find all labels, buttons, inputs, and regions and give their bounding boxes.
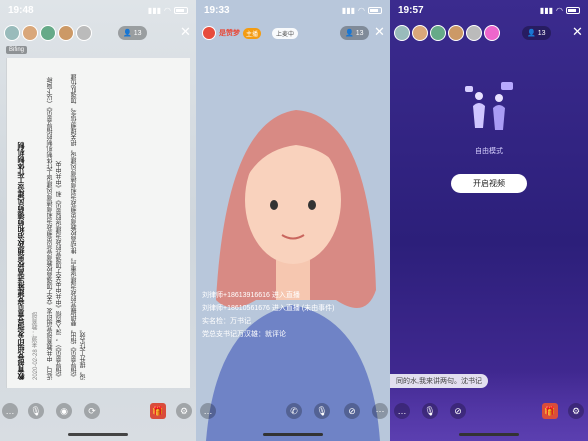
home-indicator — [263, 433, 323, 436]
feed-message: 刘律师+18610561676 进入直播 (未由事件) — [202, 305, 335, 312]
person-icon: 👤 — [345, 30, 354, 37]
status-bar: 19:57 ▮▮▮ ◠ — [390, 0, 588, 20]
video-call-screen: 19:33 ▮▮▮ ◠ 是赞梦 主播 上麦中 👤 13 ✕ 刘律师+18613916… — [196, 0, 390, 441]
status-icons: ▮▮▮ ◠ — [540, 6, 580, 15]
status-bar: 19:33 ▮▮▮ ◠ — [196, 0, 390, 20]
people-chat-illustration — [465, 82, 513, 130]
wifi-icon: ◠ — [164, 5, 171, 15]
avatar[interactable] — [58, 25, 74, 41]
status-icons: ▮▮▮ ◠ — [148, 6, 188, 15]
avatar[interactable] — [22, 25, 38, 41]
mic-icon[interactable]: 🎙 — [422, 403, 438, 419]
flip-icon[interactable]: ⟳ — [84, 403, 100, 419]
status-time: 19:48 — [8, 4, 34, 16]
status-tag: Bifing — [6, 46, 28, 54]
avatar[interactable] — [76, 25, 92, 41]
mic-icon[interactable]: 🎙 — [314, 403, 330, 419]
gear-icon[interactable]: ⚙ — [568, 403, 584, 419]
document-share-screen: 19:48 ▮▮▮ ◠ 👤 13 ✕ Bifing 教育部党组印发指导意见党建推进高… — [0, 0, 196, 441]
status-time: 19:57 — [398, 4, 424, 16]
signal-icon: ▮▮▮ — [539, 5, 554, 15]
avatar[interactable] — [412, 25, 428, 41]
home-indicator — [68, 433, 128, 436]
mic-status-pill[interactable]: 上麦中 — [272, 27, 299, 39]
mode-label: 自由模式 — [475, 148, 503, 155]
start-video-button[interactable]: 开启视频 — [451, 174, 527, 193]
battery-icon — [566, 6, 580, 14]
camera-off-icon[interactable]: ⊘ — [450, 403, 466, 419]
chat-message: 同的水,我来讲两句。沈书记 — [390, 374, 488, 388]
signal-icon: ▮▮▮ — [341, 5, 356, 15]
document-date: 2020-02-28 来源：教育部 — [33, 311, 39, 380]
phone-icon[interactable]: ✆ — [286, 403, 302, 419]
avatar[interactable] — [430, 25, 446, 41]
person-icon: 👤 — [527, 30, 536, 37]
viewer-count[interactable]: 👤 13 — [340, 26, 369, 40]
gift-icon[interactable]: 🎁 — [150, 403, 166, 419]
camera-icon[interactable]: ◉ — [56, 403, 72, 419]
avatar[interactable] — [394, 25, 410, 41]
free-mode-screen: 19:57 ▮▮▮ ◠ 👤 13 ✕ 自由模式 开启视频 同的水,我来讲两句。沈书记… — [390, 0, 588, 441]
battery-icon — [174, 6, 188, 14]
viewer-count[interactable]: 👤 13 — [522, 26, 551, 40]
chat-icon[interactable]: … — [394, 403, 410, 419]
feed-message: 实名检：万书记 — [202, 318, 251, 325]
more-icon[interactable]: ⋯ — [372, 403, 388, 419]
avatar[interactable] — [4, 25, 20, 41]
bottom-toolbar: … 🎙 ◉ ⟳ 🎁 ⚙ — [0, 401, 196, 419]
document-paragraph: 近日，中共教育部党组印发《关于加强高校教师党员思想政治和师德师风建设工作体制机制… — [48, 77, 63, 380]
participant-avatars — [394, 25, 500, 41]
host-badge: 主播 — [243, 27, 262, 39]
gear-icon[interactable]: ⚙ — [176, 403, 192, 419]
wifi-icon: ◠ — [358, 5, 365, 15]
viewer-count[interactable]: 👤 13 — [118, 26, 147, 40]
host-name: 是赞梦 — [219, 30, 240, 37]
host-info[interactable]: 是赞梦 主播 上麦中 — [202, 26, 299, 40]
avatar[interactable] — [448, 25, 464, 41]
home-indicator — [459, 433, 519, 436]
feed-message: 党总支书记万汉雄：就评论 — [202, 331, 286, 338]
avatar[interactable] — [484, 25, 500, 41]
close-icon[interactable]: ✕ — [180, 24, 191, 40]
chat-icon[interactable]: … — [2, 403, 18, 419]
wifi-icon: ◠ — [556, 5, 563, 15]
battery-icon — [368, 6, 382, 14]
feed-message: 刘律师+18613916616 进入直播 — [202, 292, 300, 299]
host-avatar[interactable] — [202, 26, 216, 40]
chat-icon[interactable]: … — [200, 403, 216, 419]
shared-document: 教育部党组印发指导意见党建推进高校思想政治和师德师风建设工作体制机制 2020-… — [6, 58, 190, 388]
status-icons: ▮▮▮ ◠ — [342, 6, 382, 15]
avatar[interactable] — [466, 25, 482, 41]
person-icon: 👤 — [123, 30, 132, 37]
participant-avatars — [4, 25, 92, 41]
document-title: 教育部党组印发指导意见党建推进高校思想政治和师德师风建设工作体制机制 — [18, 142, 25, 380]
chat-feed: 刘律师+18613916616 进入直播 刘律师+18610561676 进入直… — [202, 289, 334, 341]
camera-off-icon[interactable]: ⊘ — [344, 403, 360, 419]
close-icon[interactable]: ✕ — [572, 24, 583, 40]
avatar[interactable] — [40, 25, 56, 41]
bottom-toolbar: … 🎙 ⊘ 🎁 ⚙ — [390, 401, 588, 419]
close-icon[interactable]: ✕ — [374, 24, 385, 40]
status-bar: 19:48 ▮▮▮ ◠ — [0, 0, 196, 20]
status-time: 19:33 — [204, 4, 230, 16]
avatar-illustration — [206, 110, 380, 441]
document-paragraph: 《指导意见》指出，要把握党的政治建设重点，推动高校教师思想政治和师德师风建设，把… — [72, 74, 87, 380]
bottom-toolbar: … ✆ 🎙 ⊘ ⋯ — [196, 401, 390, 419]
gift-icon[interactable]: 🎁 — [542, 403, 558, 419]
signal-icon: ▮▮▮ — [147, 5, 162, 15]
mic-icon[interactable]: 🎙 — [28, 403, 44, 419]
